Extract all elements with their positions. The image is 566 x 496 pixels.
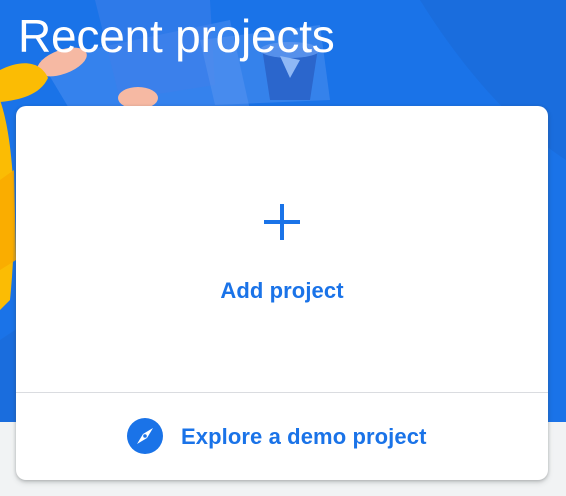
page-title: Recent projects [18,10,335,62]
compass-icon [127,418,163,454]
add-project-label: Add project [220,278,344,303]
add-project-button[interactable]: Add project [16,106,548,392]
project-card: Add project Explore a demo project [16,106,548,480]
explore-demo-label: Explore a demo project [181,424,427,449]
explore-demo-project-button[interactable]: Explore a demo project [16,393,548,480]
plus-icon [264,204,300,240]
